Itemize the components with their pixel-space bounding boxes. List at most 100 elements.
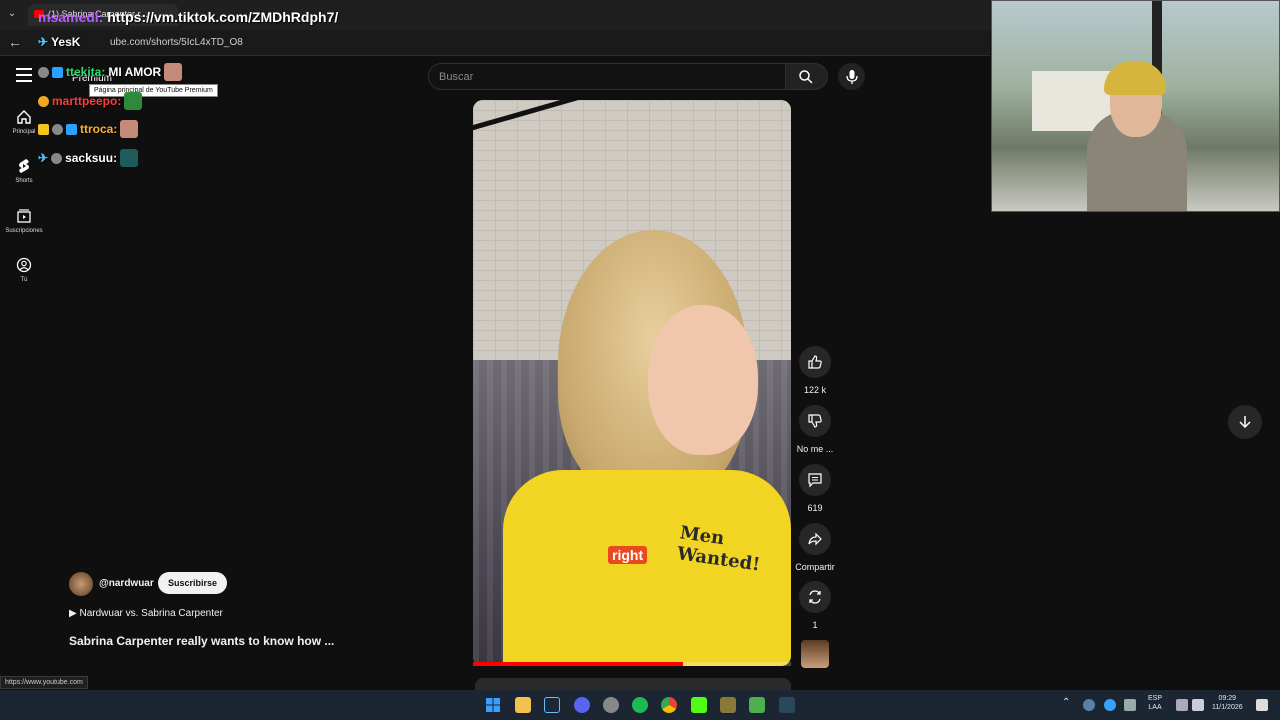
thumbs-up-icon <box>808 355 822 369</box>
sound-avatar[interactable] <box>801 640 829 668</box>
language-indicator[interactable]: ESP LAA <box>1148 694 1162 712</box>
clock-time: 09:29 <box>1218 695 1237 702</box>
user-icon <box>16 257 32 273</box>
voice-search-button[interactable] <box>838 63 865 90</box>
tray-mic-icon[interactable] <box>1124 699 1136 711</box>
chrome-icon[interactable] <box>661 697 677 713</box>
screen: ⌄ (1) Sabrina Carpenter r... ← ube.com/s… <box>0 0 1280 720</box>
comments-button[interactable]: 619 <box>785 464 845 513</box>
share-label: Compartir <box>795 562 835 572</box>
channel-avatar[interactable] <box>69 572 93 596</box>
shorts-icon <box>19 159 29 173</box>
dislike-button[interactable]: No me ... <box>785 405 845 454</box>
badge-icon: ✈ <box>38 151 49 165</box>
steam-icon[interactable] <box>544 697 560 713</box>
thumbs-down-icon <box>808 414 822 428</box>
back-arrow-icon[interactable]: ← <box>8 34 22 50</box>
tray-chevron-icon[interactable]: ⌃ <box>1062 698 1070 708</box>
tray-sync-icon[interactable] <box>1083 699 1095 711</box>
discord-icon[interactable] <box>574 697 590 713</box>
sidebar-item-label: Shorts <box>15 178 33 184</box>
badge-icon <box>52 123 63 135</box>
notification-bell-icon[interactable] <box>1256 699 1268 711</box>
menu-hamburger-icon[interactable] <box>16 68 32 82</box>
emote-icon <box>124 92 143 110</box>
overlay-tiktok-link: msamedi: https://vm.tiktok.com/ZMDhRdph7… <box>38 9 338 25</box>
tab-search-icon[interactable]: ⌄ <box>4 6 20 22</box>
badge-icon <box>38 123 49 135</box>
overlay-url-text: https://vm.tiktok.com/ZMDhRdph7/ <box>107 9 339 25</box>
keyboard-layout: LAA <box>1148 704 1162 711</box>
chat-message: ttroca: <box>38 120 139 138</box>
dislike-label: No me ... <box>796 444 834 454</box>
overlay-bolt-icon: ✈ <box>38 35 49 49</box>
emote-icon <box>164 63 183 81</box>
search-placeholder: Buscar <box>439 71 474 83</box>
address-bar: ← ube.com/shorts/5IcL4xTD_O8 <box>0 30 990 56</box>
chat-message: ✈ sacksuu: <box>38 149 139 167</box>
sidebar-item-tu[interactable]: Tú <box>0 257 48 283</box>
next-video-button[interactable] <box>1228 405 1262 439</box>
spotify-icon[interactable] <box>632 697 648 713</box>
file-explorer-icon[interactable] <box>515 697 531 713</box>
video-progress-bar[interactable] <box>473 662 791 666</box>
tray-volume-icon[interactable] <box>1192 699 1204 711</box>
badge-icon <box>51 152 63 164</box>
microphone-icon <box>846 70 858 84</box>
share-arrow-icon <box>808 532 822 546</box>
video-face <box>648 305 758 455</box>
playlist-title: Nardwuar vs. Sabrina Carpenter <box>79 608 223 619</box>
next-short-preview[interactable] <box>475 678 791 690</box>
play-icon: ▶ <box>69 608 77 619</box>
sidebar-item-suscripciones[interactable]: Suscripciones <box>0 208 48 234</box>
search-input[interactable]: Buscar <box>428 63 786 90</box>
badge-icon <box>52 66 63 78</box>
arrow-down-icon <box>1239 416 1251 429</box>
sidebar-item-label: Tú <box>20 277 28 283</box>
progress-fill <box>473 662 683 666</box>
remix-button[interactable]: 1 <box>785 581 845 630</box>
kick-icon[interactable] <box>691 697 707 713</box>
lang-code: ESP <box>1148 695 1163 702</box>
badge-icon <box>38 95 49 107</box>
shorts-video-player[interactable]: Men Wanted! right <box>473 100 791 666</box>
sidebar-item-label: Suscripciones <box>5 228 43 234</box>
tray-display-icon[interactable] <box>1176 699 1188 711</box>
steam-icon-2[interactable] <box>779 697 795 713</box>
comments-count: 619 <box>807 503 823 513</box>
terminal-icon[interactable] <box>720 697 736 713</box>
emote-icon <box>120 120 139 138</box>
windows-start-icon[interactable] <box>485 697 501 713</box>
share-button[interactable]: Compartir <box>785 523 845 572</box>
remix-icon <box>809 590 821 604</box>
channel-handle[interactable]: @nardwuar <box>99 578 154 589</box>
tray-network-icon[interactable] <box>1104 699 1116 711</box>
subscribe-button[interactable]: Suscribirse <box>158 572 228 594</box>
overlay-yes-line: ✈ YesK <box>38 35 80 49</box>
chat-message: ttekita: MI AMOR <box>38 63 183 81</box>
chat-text: MI AMOR <box>108 65 162 79</box>
emote-icon <box>120 149 139 167</box>
obs-icon[interactable] <box>603 697 619 713</box>
chat-user: marttpeepo: <box>52 94 122 108</box>
status-url: https://www.youtube.com <box>0 676 88 689</box>
home-icon <box>17 110 31 124</box>
like-count: 122 k <box>803 385 827 395</box>
clock[interactable]: 09:29 11/1/2026 <box>1212 694 1243 712</box>
badge-icon <box>38 66 49 78</box>
search-button[interactable] <box>786 63 828 90</box>
app-icon[interactable] <box>749 697 765 713</box>
video-caption: right <box>608 546 648 564</box>
playlist-link[interactable]: ▶ Nardwuar vs. Sabrina Carpenter <box>69 608 223 619</box>
comment-icon <box>808 473 822 488</box>
chat-user: ttekita: <box>66 65 106 79</box>
chat-user: ttroca: <box>80 122 118 136</box>
video-title[interactable]: Sabrina Carpenter really wants to know h… <box>69 634 334 648</box>
clock-date: 11/1/2026 <box>1212 704 1243 711</box>
like-button[interactable]: 122 k <box>785 346 845 395</box>
overlay-yes-user: YesK <box>51 35 81 49</box>
chat-user: sacksuu: <box>65 151 118 165</box>
overlay-url-user: msamedi: <box>38 9 104 25</box>
chat-message: marttpeepo: <box>38 92 143 110</box>
url-text[interactable]: ube.com/shorts/5IcL4xTD_O8 <box>110 37 243 48</box>
